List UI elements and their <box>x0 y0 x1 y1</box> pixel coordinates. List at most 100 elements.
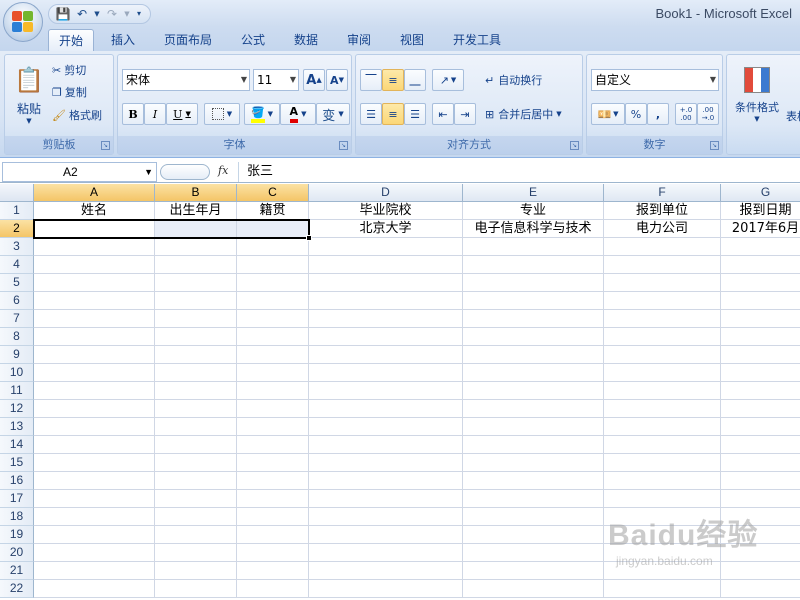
cell-d12[interactable] <box>309 400 463 418</box>
row-header-10[interactable]: 10 <box>0 364 34 382</box>
row-header-19[interactable]: 19 <box>0 526 34 544</box>
cell-e9[interactable] <box>463 346 604 364</box>
cell-d20[interactable] <box>309 544 463 562</box>
decrease-decimal-button[interactable]: .00 →.0 <box>697 103 719 125</box>
cell-d14[interactable] <box>309 436 463 454</box>
cell-b12[interactable] <box>155 400 237 418</box>
comma-button[interactable]: , <box>647 103 669 125</box>
row-header-17[interactable]: 17 <box>0 490 34 508</box>
cell-f11[interactable] <box>604 382 721 400</box>
cell-a18[interactable] <box>34 508 155 526</box>
fill-color-button[interactable]: 🪣 ▼ <box>244 103 280 125</box>
row-header-8[interactable]: 8 <box>0 328 34 346</box>
tab-review[interactable]: 审阅 <box>337 29 381 51</box>
cell-b9[interactable] <box>155 346 237 364</box>
cell-a20[interactable] <box>34 544 155 562</box>
italic-button[interactable]: I <box>144 103 166 125</box>
column-header-a[interactable]: A <box>34 184 155 202</box>
cell-d1[interactable]: 毕业院校 <box>309 202 463 220</box>
cell-g6[interactable] <box>721 292 800 310</box>
cell-c3[interactable] <box>237 238 309 256</box>
cell-g16[interactable] <box>721 472 800 490</box>
cell-e14[interactable] <box>463 436 604 454</box>
tab-view[interactable]: 视图 <box>390 29 434 51</box>
cell-c19[interactable] <box>237 526 309 544</box>
percent-button[interactable]: % <box>625 103 647 125</box>
customize-qat-icon[interactable]: ▾ <box>134 6 144 22</box>
orientation-button[interactable]: ↗ ▼ <box>432 69 464 91</box>
cell-f3[interactable] <box>604 238 721 256</box>
cell-g5[interactable] <box>721 274 800 292</box>
decrease-indent-button[interactable]: ⇤ <box>432 103 454 125</box>
align-top-button[interactable]: ⎺ <box>360 69 382 91</box>
font-launcher-icon[interactable]: ↘ <box>339 141 348 150</box>
cell-a11[interactable] <box>34 382 155 400</box>
row-header-21[interactable]: 21 <box>0 562 34 580</box>
cell-d9[interactable] <box>309 346 463 364</box>
cell-f13[interactable] <box>604 418 721 436</box>
cell-c20[interactable] <box>237 544 309 562</box>
save-icon[interactable]: 💾 <box>55 6 71 22</box>
cell-g1[interactable]: 报到日期 <box>721 202 800 220</box>
cell-f17[interactable] <box>604 490 721 508</box>
cell-d2[interactable]: 北京大学 <box>309 220 463 238</box>
cell-b2[interactable] <box>155 220 237 238</box>
cell-a9[interactable] <box>34 346 155 364</box>
column-header-b[interactable]: B <box>155 184 237 202</box>
align-right-button[interactable]: ☰ <box>404 103 426 125</box>
row-header-20[interactable]: 20 <box>0 544 34 562</box>
shrink-font-button[interactable]: A ▼ <box>326 69 348 91</box>
cell-b1[interactable]: 出生年月 <box>155 202 237 220</box>
cell-b8[interactable] <box>155 328 237 346</box>
cell-e2[interactable]: 电子信息科学与技术 <box>463 220 604 238</box>
cell-d4[interactable] <box>309 256 463 274</box>
cell-a15[interactable] <box>34 454 155 472</box>
cell-f10[interactable] <box>604 364 721 382</box>
cell-g13[interactable] <box>721 418 800 436</box>
cell-e21[interactable] <box>463 562 604 580</box>
cell-b6[interactable] <box>155 292 237 310</box>
cell-c1[interactable]: 籍贯 <box>237 202 309 220</box>
font-color-button[interactable]: A ▼ <box>280 103 316 125</box>
tab-home[interactable]: 开始 <box>48 29 95 51</box>
column-header-e[interactable]: E <box>463 184 604 202</box>
cell-f12[interactable] <box>604 400 721 418</box>
cell-d17[interactable] <box>309 490 463 508</box>
formula-resize-handle[interactable] <box>160 164 210 180</box>
cell-g7[interactable] <box>721 310 800 328</box>
cell-f14[interactable] <box>604 436 721 454</box>
cell-a8[interactable] <box>34 328 155 346</box>
cell-g15[interactable] <box>721 454 800 472</box>
cell-d5[interactable] <box>309 274 463 292</box>
cell-g2[interactable]: 2017年6月 <box>721 220 800 238</box>
cell-c11[interactable] <box>237 382 309 400</box>
cell-c8[interactable] <box>237 328 309 346</box>
fill-handle[interactable] <box>306 235 312 241</box>
format-as-table-button[interactable]: 表格 <box>785 105 800 127</box>
cell-b7[interactable] <box>155 310 237 328</box>
cell-b5[interactable] <box>155 274 237 292</box>
cell-f1[interactable]: 报到单位 <box>604 202 721 220</box>
font-name-select[interactable]: 宋体 ▼ <box>122 69 250 91</box>
cell-e3[interactable] <box>463 238 604 256</box>
format-painter-button[interactable]: 🖌 格式刷 <box>51 105 113 125</box>
redo-dropdown-icon[interactable]: ▼ <box>123 6 131 22</box>
cell-b16[interactable] <box>155 472 237 490</box>
cell-g3[interactable] <box>721 238 800 256</box>
cell-e16[interactable] <box>463 472 604 490</box>
cell-e15[interactable] <box>463 454 604 472</box>
cell-f16[interactable] <box>604 472 721 490</box>
cell-c6[interactable] <box>237 292 309 310</box>
cell-f9[interactable] <box>604 346 721 364</box>
cell-a21[interactable] <box>34 562 155 580</box>
name-box[interactable]: A2 ▼ <box>2 162 157 182</box>
cell-e8[interactable] <box>463 328 604 346</box>
cell-a2[interactable] <box>34 220 155 238</box>
cell-g10[interactable] <box>721 364 800 382</box>
row-header-22[interactable]: 22 <box>0 580 34 598</box>
cell-b21[interactable] <box>155 562 237 580</box>
borders-button[interactable]: ▼ <box>204 103 240 125</box>
cell-a22[interactable] <box>34 580 155 598</box>
cell-f6[interactable] <box>604 292 721 310</box>
cell-a3[interactable] <box>34 238 155 256</box>
